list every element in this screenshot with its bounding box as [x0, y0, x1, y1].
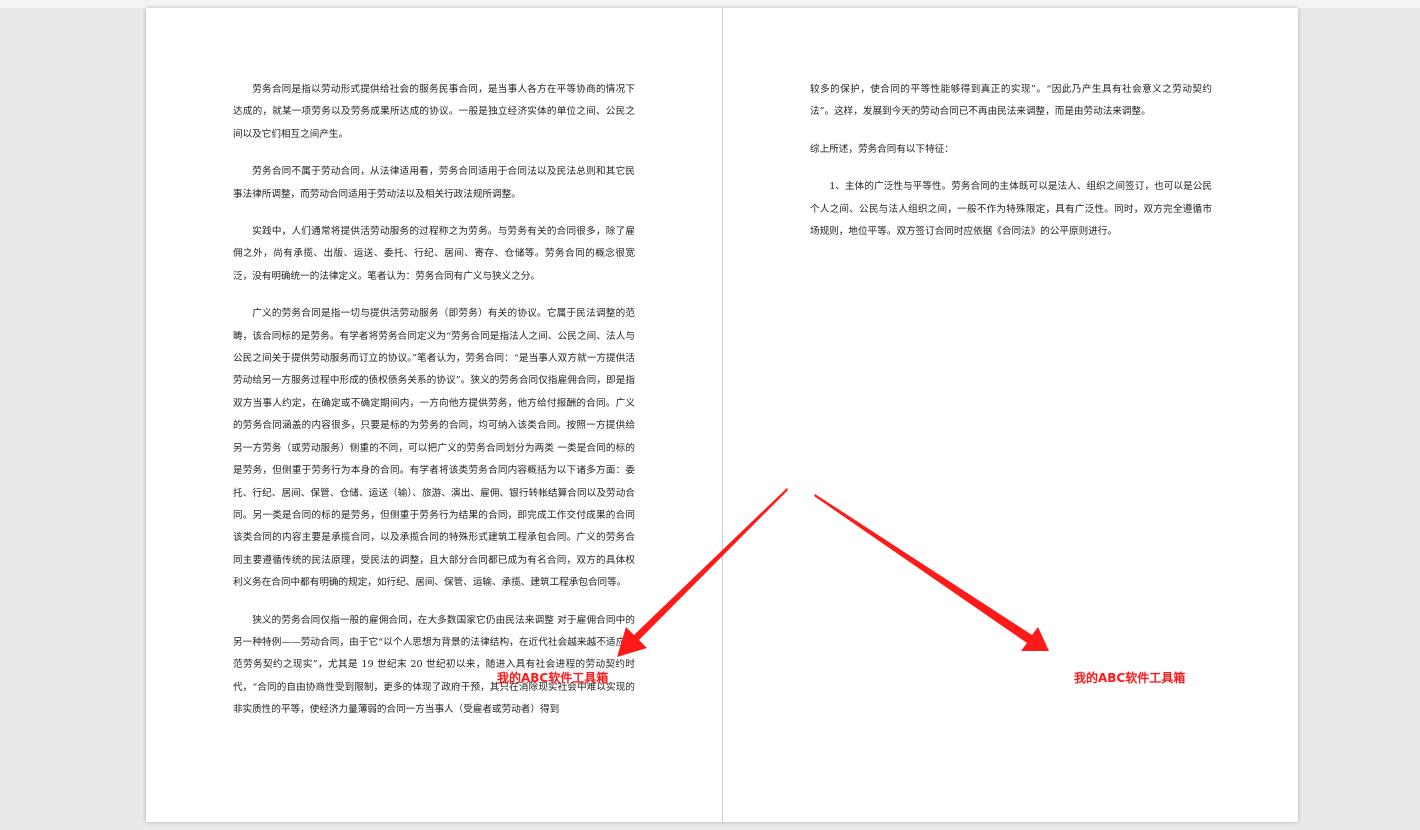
arrow-right-icon — [814, 494, 1049, 651]
annotation-arrows — [617, 488, 1049, 657]
arrow-left-icon — [617, 488, 788, 657]
watermark-label: 我的ABC软件工具箱 — [497, 671, 609, 685]
watermark-label: 我的ABC软件工具箱 — [1074, 671, 1186, 685]
